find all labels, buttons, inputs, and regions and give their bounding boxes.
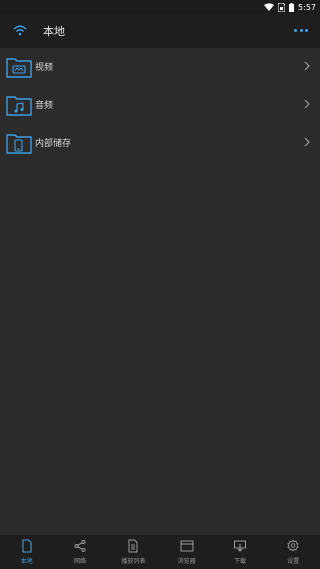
nav-tab-network[interactable]: 网络: [53, 535, 106, 569]
battery-icon: [289, 2, 295, 12]
bottom-nav: 本地 网络 播放列表 浏览器 下载 设置: [0, 535, 320, 569]
more-options-button[interactable]: [294, 25, 308, 35]
nav-label: 网络: [73, 558, 86, 565]
playlist-icon: [128, 539, 138, 553]
folder-label: 内部储存: [35, 139, 72, 149]
more-dot-icon: [305, 28, 308, 32]
folder-item-internal-storage[interactable]: 内部储存: [0, 124, 320, 162]
gear-icon: [287, 539, 299, 552]
folder-label: 音频: [35, 101, 54, 111]
nav-label: 下载: [233, 558, 246, 565]
wifi-icon[interactable]: [12, 23, 28, 39]
app-bar: 本地: [0, 14, 320, 48]
share-icon: [74, 540, 86, 552]
more-dot-icon: [299, 28, 303, 32]
status-icons: 5:57: [264, 1, 316, 13]
nav-label: 本地: [20, 558, 33, 565]
more-dot-icon: [294, 28, 297, 32]
chevron-right-icon: [304, 61, 310, 71]
browser-icon: [180, 540, 194, 552]
chevron-right-icon: [304, 137, 310, 147]
folder-label: 视频: [35, 63, 54, 73]
nav-tab-browser[interactable]: 浏览器: [160, 535, 213, 569]
folder-list: 视频 音频 内部储存: [0, 48, 320, 162]
nav-tab-settings[interactable]: 设置: [267, 535, 320, 569]
nav-tab-local[interactable]: 本地: [0, 535, 53, 569]
nav-tab-download[interactable]: 下载: [213, 535, 266, 569]
storage-folder-icon: [6, 134, 32, 154]
status-bar: 5:57: [0, 0, 320, 14]
nav-label: 浏览器: [177, 558, 196, 565]
page-title: 本地: [43, 25, 65, 38]
video-folder-icon: [6, 58, 32, 78]
sim-icon: [278, 2, 286, 12]
chevron-right-icon: [304, 99, 310, 109]
status-time: 5:57: [298, 2, 316, 12]
file-icon: [22, 539, 32, 553]
wifi-signal-icon: [264, 3, 275, 11]
nav-tab-playlist[interactable]: 播放列表: [107, 535, 160, 569]
folder-item-audio[interactable]: 音频: [0, 86, 320, 124]
music-folder-icon: [6, 96, 32, 116]
download-icon: [233, 540, 246, 552]
nav-label: 设置: [287, 558, 300, 565]
folder-item-video[interactable]: 视频: [0, 48, 320, 86]
nav-label: 播放列表: [121, 558, 146, 565]
